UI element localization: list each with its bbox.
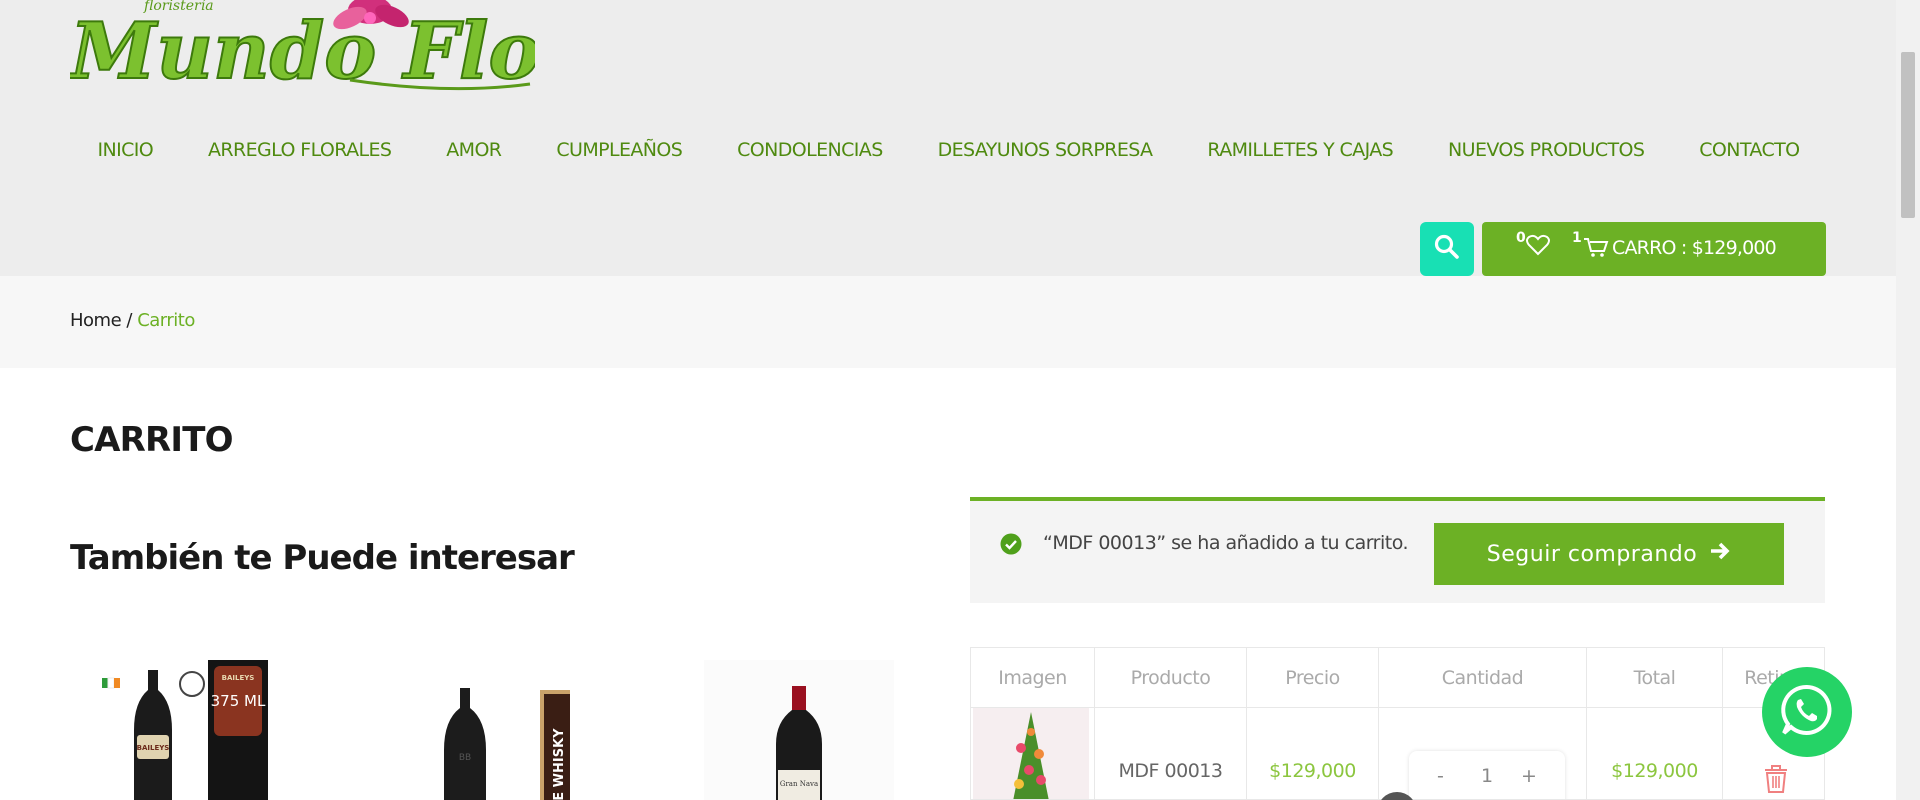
product-card[interactable]: BB DE WHISKY [400,660,570,800]
trash-icon[interactable] [1763,764,1789,794]
continue-shopping-button[interactable]: Seguir comprando [1434,523,1784,585]
product-card[interactable]: BAILEYS 375 ML BAILEYS [100,660,282,800]
product-image: BAILEYS 375 ML BAILEYS [100,660,282,800]
cross-sells-list: BAILEYS 375 ML BAILEYS BB DE WHISKY Gran… [70,660,900,800]
breadcrumb-current: Carrito [137,310,195,331]
cart-item-product: MDF 00013 [1095,708,1247,799]
cart-table-header: Imagen Producto Precio Cantidad Total Re… [971,648,1824,708]
breadcrumb-bar: Home / Carrito [0,276,1896,368]
nav-item-desayunos-sorpresa[interactable]: DESAYUNOS SORPRESA [938,139,1153,161]
nav-item-amor[interactable]: AMOR [446,139,502,161]
quantity-decrease-button[interactable]: - [1437,765,1444,787]
quantity-increase-button[interactable]: + [1521,765,1537,787]
svg-text:BB: BB [459,753,471,763]
cart-icon [1582,230,1610,265]
quantity-input[interactable]: 1 [1481,765,1493,787]
svg-text:DE WHISKY: DE WHISKY [552,728,567,800]
product-image: BB DE WHISKY [400,660,570,800]
cart-item-price: $129,000 [1269,760,1356,782]
cart-item-total-cell: $129,000 [1587,708,1723,799]
cart-link[interactable]: 1 [1572,230,1610,265]
quantity-stepper[interactable]: - 1 + [1409,751,1565,799]
breadcrumb: Home / Carrito [70,310,195,331]
nav-item-cumpleanos[interactable]: CUMPLEAÑOS [556,139,682,161]
svg-text:Gran Nava: Gran Nava [780,780,818,788]
cart-item-price-cell: $129,000 [1247,708,1379,799]
nav-item-arreglo-florales[interactable]: ARREGLO FLORALES [208,139,392,161]
cart-item-total: $129,000 [1611,760,1698,782]
cart-button[interactable]: 0 1 CARRO : $129,000 [1482,222,1826,276]
whatsapp-icon [1779,682,1835,743]
nav-item-inicio[interactable]: INICIO [97,139,153,161]
wishlist-count: 0 [1516,230,1526,246]
page-scrollbar[interactable] [1896,0,1920,800]
table-row: MDF 00013 $129,000 - 1 + $129,000 [971,708,1824,799]
cross-sells-title: También te Puede interesar [70,538,575,578]
svg-text:375 ML: 375 ML [211,692,266,710]
product-card[interactable]: Gran Nava [704,660,894,800]
product-thumbnail [973,708,1089,799]
search-icon [1434,234,1460,265]
wishlist-link[interactable]: 0 [1516,230,1550,263]
breadcrumb-separator: / [126,310,132,331]
svg-text:BAILEYS: BAILEYS [222,674,255,682]
notice-message: “MDF 00013” se ha añadido a tu carrito. [1043,532,1409,554]
site-header: floristería Mundo Flor INICIO ARREGLO FL… [0,0,1896,276]
cart-notice: “MDF 00013” se ha añadido a tu carrito. … [970,497,1825,603]
cart-item-quantity-cell: - 1 + [1379,708,1587,799]
site-logo[interactable]: floristería Mundo Flor [66,0,588,98]
breadcrumb-home[interactable]: Home [70,310,122,331]
column-header-image: Imagen [971,648,1095,708]
cart-count: 1 [1572,230,1582,246]
page-title: CARRITO [70,420,234,460]
column-header-total: Total [1587,648,1723,708]
cart-table: Imagen Producto Precio Cantidad Total Re… [970,647,1825,800]
whatsapp-button[interactable] [1762,667,1852,757]
cart-item-thumbnail[interactable] [971,708,1095,799]
check-circle-icon [1000,533,1022,555]
svg-text:Mundo Flor: Mundo Flor [70,6,535,92]
scrollbar-thumb[interactable] [1901,52,1915,218]
heart-icon [1525,230,1550,263]
nav-item-nuevos-productos[interactable]: NUEVOS PRODUCTOS [1448,139,1645,161]
main-nav: INICIO ARREGLO FLORALES AMOR CUMPLEAÑOS … [70,128,1827,172]
nav-item-condolencias[interactable]: CONDOLENCIAS [737,139,883,161]
search-button[interactable] [1420,222,1474,276]
product-image: Gran Nava [704,660,894,800]
cart-total-label: CARRO : $129,000 [1612,237,1777,259]
column-header-product: Producto [1095,648,1247,708]
nav-item-contacto[interactable]: CONTACTO [1699,139,1800,161]
column-header-quantity: Cantidad [1379,648,1587,708]
svg-text:BAILEYS: BAILEYS [137,744,170,752]
arrow-right-icon [1709,541,1731,567]
continue-shopping-label: Seguir comprando [1486,541,1698,567]
nav-item-ramilletes-y-cajas[interactable]: RAMILLETES Y CAJAS [1207,139,1393,161]
column-header-price: Precio [1247,648,1379,708]
cart-item-name[interactable]: MDF 00013 [1095,760,1246,782]
